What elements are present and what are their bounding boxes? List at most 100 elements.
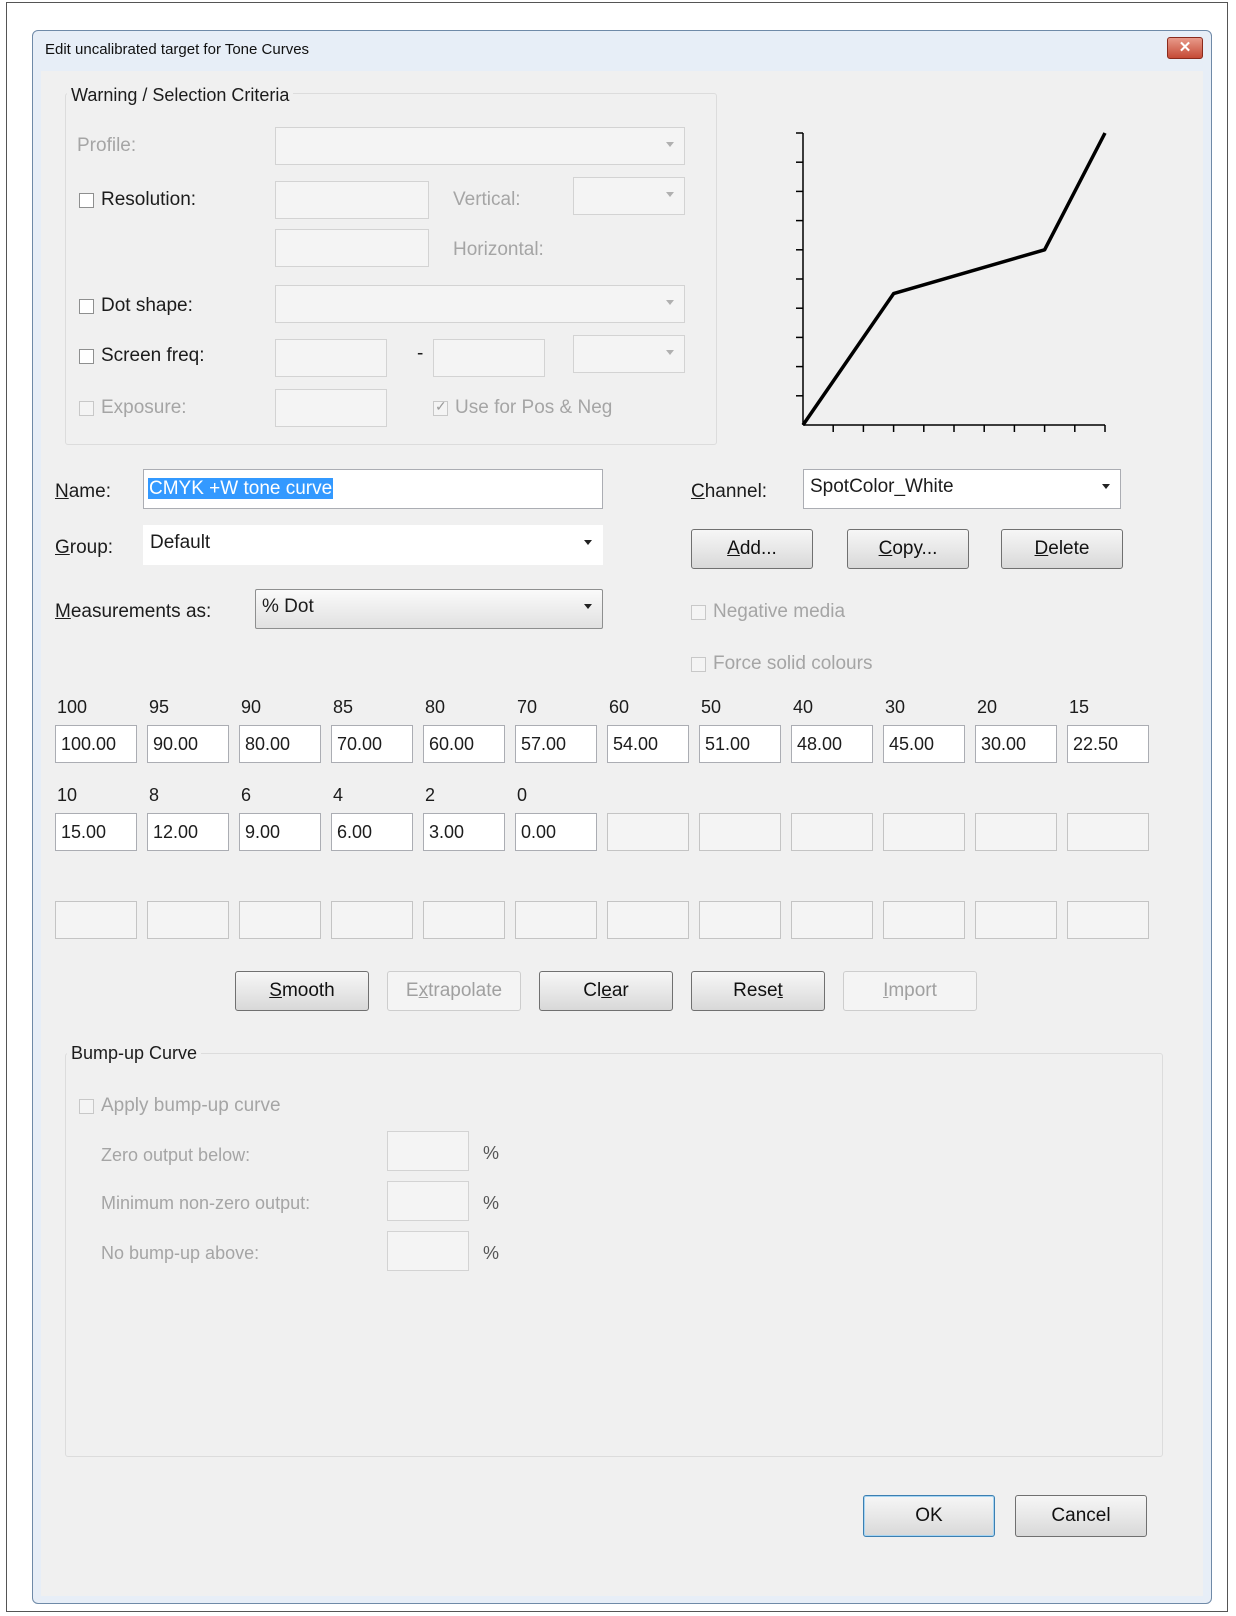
grid-value-cell[interactable]: 48.00 <box>791 725 873 763</box>
grid-column-header: 6 <box>241 785 252 805</box>
grid-value-cell[interactable]: 6.00 <box>331 813 413 851</box>
close-icon: ✕ <box>1178 39 1192 56</box>
grid-value-cell[interactable] <box>607 813 689 851</box>
dialog-client-area: Warning / Selection Criteria Profile: Re… <box>41 71 1203 1596</box>
chevron-down-icon <box>666 300 674 305</box>
grid-value-cell[interactable]: 90.00 <box>147 725 229 763</box>
grid-column-header: 60 <box>609 697 630 717</box>
grid-value-cell[interactable] <box>607 901 689 939</box>
grid-value-cell[interactable]: 51.00 <box>699 725 781 763</box>
grid-value-cell[interactable] <box>699 813 781 851</box>
grid-value-cell[interactable] <box>883 813 965 851</box>
grid-value-cell[interactable]: 100.00 <box>55 725 137 763</box>
grid-value-cell[interactable]: 15.00 <box>55 813 137 851</box>
grid-value-cell[interactable]: 30.00 <box>975 725 1057 763</box>
grid-value-text: 51.00 <box>705 734 751 754</box>
smooth-button[interactable]: Smooth <box>235 971 369 1011</box>
grid-value-cell[interactable]: 0.00 <box>515 813 597 851</box>
grid-value-cell[interactable] <box>975 813 1057 851</box>
grid-value-text: 3.00 <box>429 822 465 842</box>
name-input[interactable]: CMYK +W tone curve <box>143 469 603 509</box>
grid-column-header: 80 <box>425 697 446 717</box>
use-pos-neg-label: Use for Pos & Neg <box>455 397 613 418</box>
grid-value-cell[interactable] <box>975 901 1057 939</box>
close-button[interactable]: ✕ <box>1167 37 1203 59</box>
grid-column-header: 70 <box>517 697 538 717</box>
vertical-unit-select[interactable] <box>573 177 685 215</box>
negative-media-checkbox[interactable] <box>691 605 706 620</box>
grid-value-text: 30.00 <box>981 734 1027 754</box>
no-bump-label: No bump-up above: <box>101 1243 260 1263</box>
exposure-checkbox[interactable] <box>79 401 94 416</box>
use-pos-neg-checkbox[interactable]: ✓ <box>433 398 448 416</box>
dot-shape-checkbox[interactable] <box>79 299 94 314</box>
min-output-input[interactable] <box>387 1181 469 1221</box>
copy-button[interactable]: Copy... <box>847 529 969 569</box>
grid-column-header: 2 <box>425 785 436 805</box>
resolution-checkbox[interactable] <box>79 193 94 208</box>
group-select[interactable]: Default <box>143 525 603 565</box>
grid-value-cell[interactable]: 12.00 <box>147 813 229 851</box>
channel-select[interactable]: SpotColor_White <box>803 469 1121 509</box>
name-label: Name: <box>55 481 111 502</box>
exposure-label: Exposure: <box>101 397 187 418</box>
chevron-down-icon <box>666 350 674 355</box>
exposure-input[interactable] <box>275 389 387 427</box>
measurements-select[interactable]: % Dot <box>255 589 603 629</box>
grid-value-cell[interactable]: 22.50 <box>1067 725 1149 763</box>
group-label: Group: <box>55 537 114 558</box>
no-bump-percent: % <box>483 1243 500 1263</box>
title-bar: Edit uncalibrated target for Tone Curves… <box>33 31 1211 71</box>
grid-value-cell[interactable] <box>791 813 873 851</box>
delete-button[interactable]: Delete <box>1001 529 1123 569</box>
no-bump-input[interactable] <box>387 1231 469 1271</box>
zero-output-input[interactable] <box>387 1131 469 1171</box>
grid-value-text: 70.00 <box>337 734 383 754</box>
screen-freq-unit-select[interactable] <box>573 335 685 373</box>
resolution-input[interactable] <box>275 181 429 219</box>
grid-value-cell[interactable]: 54.00 <box>607 725 689 763</box>
horizontal-resolution-input[interactable] <box>275 229 429 267</box>
grid-value-cell[interactable] <box>699 901 781 939</box>
screen-freq-max-input[interactable] <box>433 339 545 377</box>
reset-button[interactable]: Reset <box>691 971 825 1011</box>
resolution-label: Resolution: <box>101 189 197 210</box>
screen-freq-min-input[interactable] <box>275 339 387 377</box>
grid-value-cell[interactable] <box>331 901 413 939</box>
grid-value-cell[interactable] <box>423 901 505 939</box>
grid-value-text: 100.00 <box>61 734 117 754</box>
grid-value-text: 54.00 <box>613 734 659 754</box>
grid-value-cell[interactable] <box>1067 901 1149 939</box>
grid-value-text: 22.50 <box>1073 734 1119 754</box>
ok-button[interactable]: OK <box>863 1495 995 1537</box>
profile-select[interactable] <box>275 127 685 165</box>
grid-value-cell[interactable]: 45.00 <box>883 725 965 763</box>
force-solid-checkbox[interactable] <box>691 657 706 672</box>
grid-value-cell[interactable] <box>55 901 137 939</box>
channel-label: Channel: <box>691 481 768 502</box>
cancel-button[interactable]: Cancel <box>1015 1495 1147 1537</box>
dot-shape-select[interactable] <box>275 285 685 323</box>
add-button[interactable]: Add... <box>691 529 813 569</box>
grid-value-cell[interactable] <box>1067 813 1149 851</box>
apply-bump-checkbox[interactable] <box>79 1099 94 1114</box>
grid-value-cell[interactable] <box>515 901 597 939</box>
extrapolate-button[interactable]: Extrapolate <box>387 971 521 1011</box>
grid-value-cell[interactable] <box>239 901 321 939</box>
grid-column-header: 90 <box>241 697 262 717</box>
grid-value-cell[interactable]: 3.00 <box>423 813 505 851</box>
grid-value-cell[interactable]: 9.00 <box>239 813 321 851</box>
channel-select-value: SpotColor_White <box>810 476 954 497</box>
grid-value-cell[interactable]: 57.00 <box>515 725 597 763</box>
grid-value-cell[interactable]: 70.00 <box>331 725 413 763</box>
grid-value-cell[interactable] <box>883 901 965 939</box>
group-select-value: Default <box>150 532 211 553</box>
grid-value-text: 0.00 <box>521 822 557 842</box>
grid-value-cell[interactable]: 80.00 <box>239 725 321 763</box>
import-button[interactable]: Import <box>843 971 977 1011</box>
grid-value-cell[interactable] <box>147 901 229 939</box>
grid-value-cell[interactable] <box>791 901 873 939</box>
clear-button[interactable]: Clear <box>539 971 673 1011</box>
grid-value-cell[interactable]: 60.00 <box>423 725 505 763</box>
screen-freq-checkbox[interactable] <box>79 349 94 364</box>
